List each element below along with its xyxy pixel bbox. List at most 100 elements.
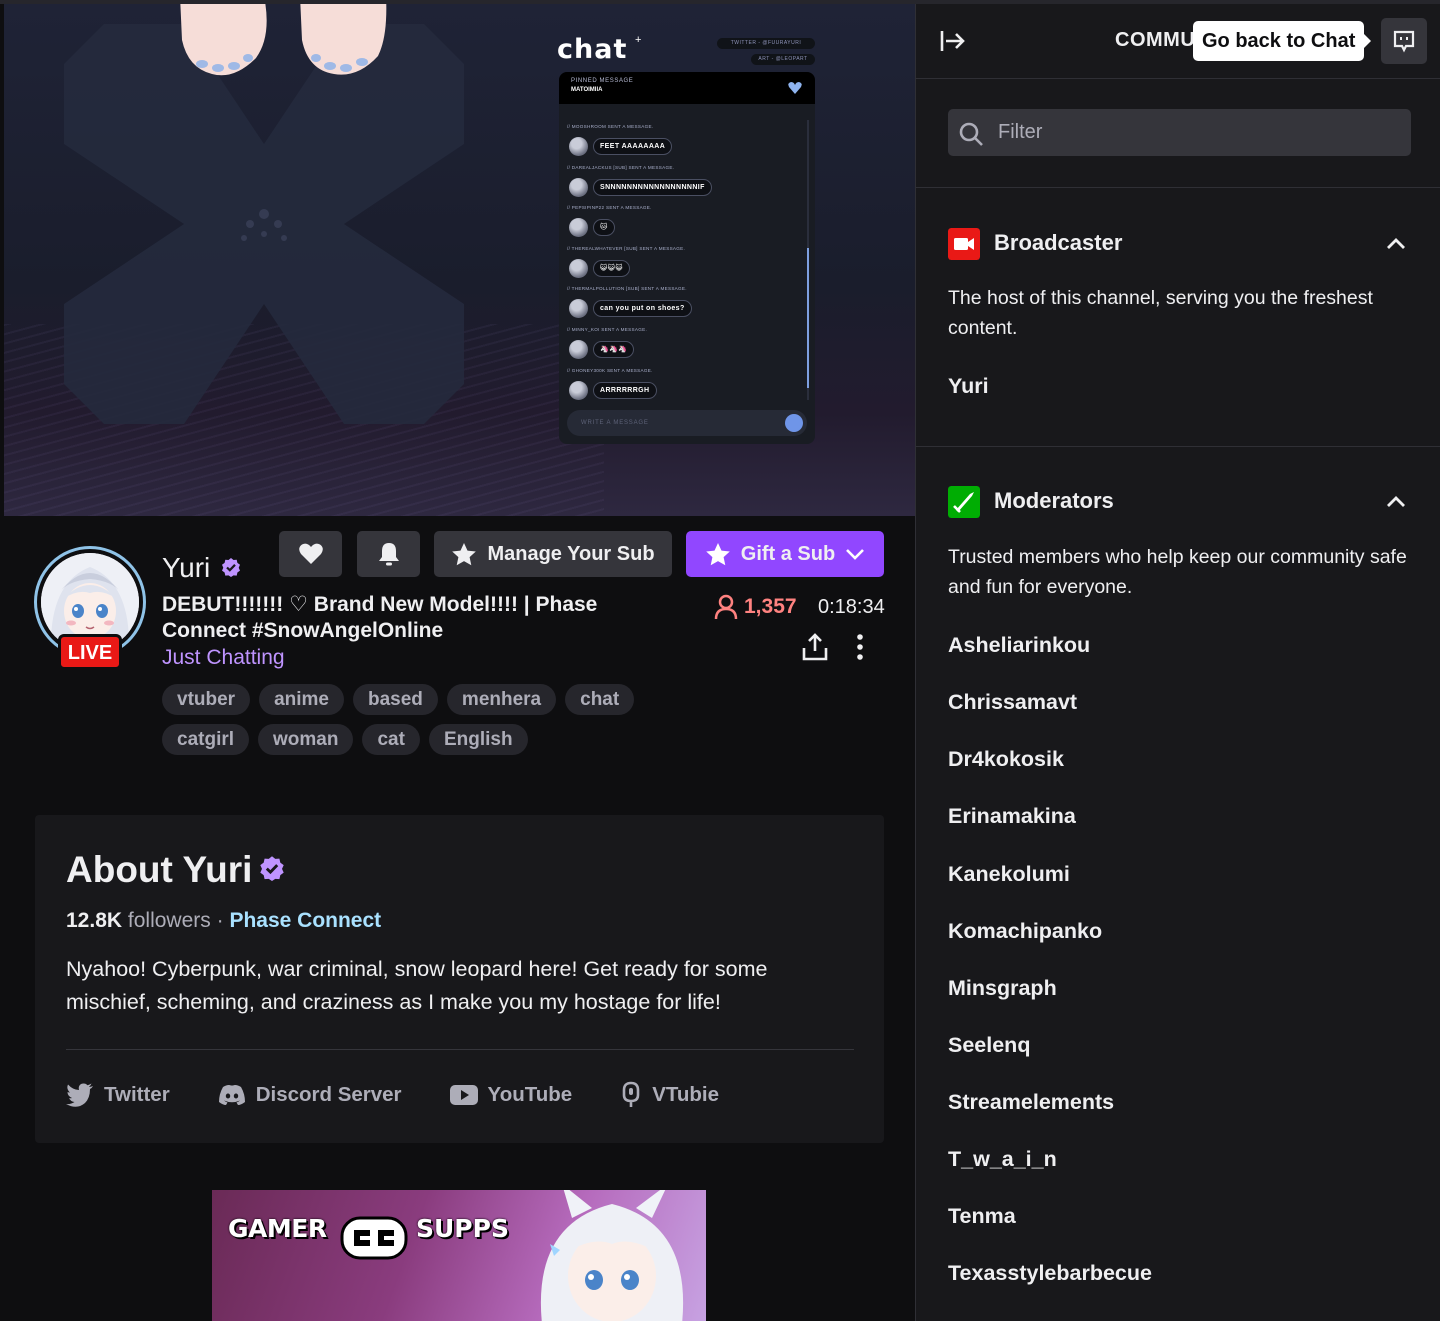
follow-button[interactable] — [279, 531, 342, 577]
youtube-label: YouTube — [487, 1083, 573, 1106]
followers-label: followers — [127, 909, 211, 932]
back-to-chat-button[interactable] — [1381, 18, 1427, 64]
video-player[interactable]: chat + TWITTER - @FUURAYURI ART - @LEOPA… — [4, 4, 915, 516]
divider — [66, 1049, 854, 1050]
manage-sub-label: Manage Your Sub — [487, 542, 655, 565]
channel-main: chat + TWITTER - @FUURAYURI ART - @LEOPA… — [0, 0, 915, 1321]
chat-bubble-icon — [1393, 30, 1415, 53]
filter-input[interactable] — [948, 109, 1411, 156]
tag[interactable]: vtuber — [162, 684, 251, 715]
tag[interactable]: menhera — [446, 684, 557, 715]
overlay-pinned-label: PINNED MESSAGE — [571, 78, 634, 84]
overlay-message-user: // THEREALWHATEVER [SUB] SENT A MESSAGE. — [567, 245, 686, 251]
youtube-link[interactable]: YouTube — [449, 1081, 573, 1109]
overlay-message: // THERMALPOLLUTION [SUB] SENT A MESSAGE… — [567, 286, 803, 327]
overlay-message: // THEREALWHATEVER [SUB] SENT A MESSAGE.… — [567, 246, 803, 287]
chevron-up-icon[interactable] — [1384, 232, 1408, 256]
tag[interactable]: English — [428, 724, 528, 755]
overlay-message-user: // THERMALPOLLUTION [SUB] SENT A MESSAGE… — [567, 286, 687, 292]
discord-icon — [218, 1085, 245, 1105]
about-title: About Yuri — [66, 849, 253, 890]
member-name[interactable]: Dr4kokosik — [948, 747, 1064, 772]
community-panel: COMMU Go back to Chat Broadcaster The ho… — [915, 4, 1440, 1321]
overlay-twitter: TWITTER - @FUURAYURI — [717, 38, 815, 49]
streamer-name[interactable]: Yuri — [162, 552, 210, 584]
member-name[interactable]: Texasstylebarbecue — [948, 1261, 1152, 1286]
overlay-message-text: ARRRRRRGH — [593, 381, 657, 399]
overlay-message-user: // MOOSHROOM SENT A MESSAGE. — [567, 124, 654, 129]
tag[interactable]: based — [353, 684, 438, 715]
verified-icon — [222, 558, 240, 577]
viewer-count-value: 1,357 — [744, 595, 797, 618]
overlay-message-text: 🐱 — [593, 219, 615, 237]
verified-icon — [260, 856, 284, 881]
share-icon[interactable] — [800, 632, 830, 662]
overlay-message: // GHONEY300K SENT A MESSAGE. ARRRRRRGH — [567, 368, 803, 409]
viewer-count: 1,357 — [714, 594, 797, 620]
overlay-message: // MINNY_KOI SENT A MESSAGE. 🦄🦄🦄 — [567, 327, 803, 368]
member-name[interactable]: Minsgraph — [948, 976, 1057, 1001]
overlay-avatar — [569, 299, 588, 319]
overlay-avatar — [569, 258, 588, 278]
star-icon — [452, 542, 477, 565]
broadcaster-icon — [948, 228, 980, 260]
member-name[interactable]: Tenma — [948, 1204, 1016, 1229]
moderators-section-header[interactable]: Moderators — [948, 486, 1408, 522]
member-name[interactable]: T_w_a_i_n — [948, 1147, 1057, 1172]
chevron-down-icon — [846, 549, 865, 560]
stream-title: DEBUT!!!!!!! ♡ Brand New Model!!!! | Pha… — [162, 593, 598, 642]
member-name[interactable]: Streamelements — [948, 1090, 1114, 1115]
overlay-message-user: // GHONEY300K SENT A MESSAGE. — [567, 367, 653, 373]
member-name[interactable]: Erinamakina — [948, 804, 1076, 829]
twitter-icon — [66, 1083, 93, 1107]
overlay-message-text: 😺😺😺 — [593, 259, 631, 277]
stream-category-link[interactable]: Just Chatting — [162, 646, 285, 670]
panel-character-art — [540, 1190, 684, 1321]
member-name[interactable]: Yuri — [948, 374, 989, 399]
about-description: Nyahoo! Cyberpunk, war criminal, snow le… — [66, 957, 768, 1014]
overlay-message: // DAREALJACKUS [SUB] SENT A MESSAGE. SNN… — [567, 165, 803, 206]
overlay-avatar — [569, 380, 588, 400]
twitter-link[interactable]: Twitter — [66, 1081, 170, 1109]
member-name[interactable]: Asheliarinkou — [948, 633, 1090, 658]
filter-section — [916, 79, 1440, 188]
notifications-button[interactable] — [357, 531, 420, 577]
broadcaster-description: The host of this channel, serving you th… — [948, 287, 1373, 339]
team-link[interactable]: Phase Connect — [229, 909, 381, 932]
overlay-message: // PEPSIPINP22 SENT A MESSAGE. 🐱 — [567, 205, 803, 246]
discord-link[interactable]: Discord Server — [218, 1081, 402, 1109]
tag[interactable]: chat — [565, 684, 635, 715]
overlay-avatar — [569, 339, 588, 359]
chevron-up-icon[interactable] — [1384, 490, 1408, 514]
tag[interactable]: catgirl — [162, 724, 250, 755]
social-links: Twitter Discord Server YouTube VTubie — [66, 1081, 767, 1109]
tag[interactable]: anime — [259, 684, 344, 715]
community-header: COMMU Go back to Chat — [916, 4, 1440, 79]
stream-feet-image — [180, 4, 387, 76]
manage-sub-button[interactable]: Manage Your Sub — [434, 531, 672, 577]
member-name[interactable]: Komachipanko — [948, 919, 1102, 944]
member-name[interactable]: Chrissamavt — [948, 690, 1077, 715]
overlay-avatar — [569, 218, 588, 238]
gift-sub-label: Gift a Sub — [740, 542, 836, 565]
overlay-scroll-thumb — [807, 248, 809, 388]
moderator-sword-icon — [948, 486, 980, 518]
vtubie-label: VTubie — [652, 1083, 720, 1106]
back-to-chat-tooltip: Go back to Chat — [1193, 21, 1372, 61]
gift-sub-button[interactable]: Gift a Sub — [686, 531, 884, 577]
sponsor-panel-image[interactable]: GAMER SUPPS — [212, 1190, 706, 1321]
bell-icon — [378, 543, 399, 566]
broadcaster-section-header[interactable]: Broadcaster — [948, 228, 1408, 264]
tag[interactable]: cat — [362, 724, 420, 755]
collapse-icon[interactable] — [938, 26, 968, 56]
vtubie-link[interactable]: VTubie — [620, 1081, 719, 1109]
overlay-avatar — [569, 137, 588, 156]
member-name[interactable]: Seelenq — [948, 1033, 1030, 1058]
star-icon — [705, 542, 730, 565]
heart-icon — [788, 82, 802, 94]
more-options-icon[interactable] — [850, 632, 870, 662]
member-name[interactable]: Kanekolumi — [948, 862, 1070, 887]
followers-count: 12.8K — [66, 909, 123, 932]
tag[interactable]: woman — [258, 724, 354, 755]
live-badge: LIVE — [58, 634, 122, 670]
